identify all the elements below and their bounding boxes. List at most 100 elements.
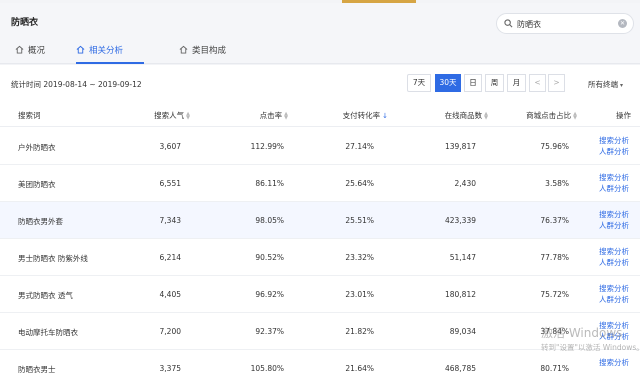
table-row: 男式防晒衣 透气 4,405 96.92% 23.01% 180,812 75.… — [0, 276, 640, 313]
range-30d-button[interactable]: 30天 — [435, 74, 461, 92]
header: 防晒衣 防晒衣 ✕ — [0, 3, 640, 36]
cell-online-items: 139,817 — [444, 142, 476, 151]
col-ctr[interactable]: 点击率 ▲ ▼ — [260, 110, 288, 121]
table-header: 搜索词 搜索人气 ▲ ▼ 点击率 ▲ ▼ 支付转化率 ↓ 在线商品数 ▲ ▼ 商城点击占比 ▲ ▼… — [0, 101, 640, 127]
search-analysis-link[interactable]: 搜索分析 — [599, 246, 629, 257]
cell-online-items: 468,785 — [444, 364, 476, 373]
tab-label: 概况 — [28, 46, 46, 56]
col-tmall-ratio[interactable]: 商城点击占比 ▲ ▼ — [526, 110, 577, 121]
cell-popularity: 7,200 — [159, 327, 181, 336]
tab-bar: 概况 相关分析 类目构成 — [0, 36, 640, 64]
device-select[interactable]: 所有终端 ▾ — [588, 79, 623, 90]
cell-ctr: 92.37% — [255, 327, 284, 336]
cell-conversion: 25.51% — [345, 216, 374, 225]
activation-watermark: 激活 Windows — [541, 326, 623, 340]
cell-keyword: 电动摩托车防晒衣 — [18, 328, 78, 337]
cell-tmall-ratio: 76.37% — [540, 216, 569, 225]
cell-conversion: 21.64% — [345, 364, 374, 373]
cell-tmall-ratio: 3.58% — [545, 179, 569, 188]
col-keyword: 搜索词 — [18, 111, 41, 120]
clear-icon[interactable]: ✕ — [618, 19, 627, 28]
home-icon — [15, 45, 24, 54]
col-conversion[interactable]: 支付转化率 ↓ — [343, 110, 388, 121]
search-analysis-link[interactable]: 搜索分析 — [599, 135, 629, 146]
cell-online-items: 51,147 — [449, 253, 476, 262]
tab-label: 相关分析 — [89, 46, 124, 56]
cell-ctr: 90.52% — [255, 253, 284, 262]
row-actions: 搜索分析 人群分析 — [599, 209, 629, 231]
range-7d-button[interactable]: 7天 — [407, 74, 431, 92]
search-icon — [504, 19, 513, 28]
cell-online-items: 423,339 — [444, 216, 476, 225]
row-actions: 搜索分析 人群分析 — [599, 172, 629, 194]
row-actions: 搜索分析 人群分析 — [599, 246, 629, 268]
table-row: 男士防晒衣 防紫外线 6,214 90.52% 23.32% 51,147 77… — [0, 239, 640, 276]
crowd-analysis-link[interactable]: 人群分析 — [599, 294, 629, 305]
tab-overview[interactable]: 概况 — [15, 44, 45, 64]
search-input[interactable]: 防晒衣 — [517, 19, 541, 30]
sort-icon: ▲ ▼ — [484, 111, 488, 121]
cell-tmall-ratio: 77.78% — [540, 253, 569, 262]
stat-time: 统计时间 2019-08-14 ~ 2019-09-12 — [11, 80, 142, 89]
row-actions: 搜索分析 — [599, 357, 629, 368]
filter-bar: 统计时间 2019-08-14 ~ 2019-09-12 7天 30天 日 周 … — [0, 65, 640, 101]
cell-tmall-ratio: 75.96% — [540, 142, 569, 151]
range-week-button[interactable]: 周 — [485, 74, 504, 92]
cell-tmall-ratio: 75.72% — [540, 290, 569, 299]
cell-ctr: 112.99% — [250, 142, 284, 151]
sort-icon: ▲ ▼ — [186, 111, 190, 121]
cell-keyword: 美团防晒衣 — [18, 180, 56, 189]
cell-popularity: 6,214 — [159, 253, 181, 262]
crowd-analysis-link[interactable]: 人群分析 — [599, 220, 629, 231]
prev-button[interactable]: < — [529, 74, 546, 92]
col-search-popularity[interactable]: 搜索人气 ▲ ▼ — [154, 110, 190, 121]
cell-popularity: 3,375 — [159, 364, 181, 373]
cell-ctr: 86.11% — [255, 179, 284, 188]
next-button[interactable]: > — [548, 74, 565, 92]
chevron-down-icon: ▾ — [620, 82, 624, 89]
tab-label: 类目构成 — [192, 46, 227, 56]
table-row: 防晒衣男外套 7,343 98.05% 25.51% 423,339 76.37… — [0, 202, 640, 239]
cell-keyword: 户外防晒衣 — [18, 143, 56, 152]
search-analysis-link[interactable]: 搜索分析 — [599, 172, 629, 183]
cell-keyword: 男式防晒衣 透气 — [18, 291, 73, 300]
device-label: 所有终端 — [588, 80, 618, 89]
cell-conversion: 27.14% — [345, 142, 374, 151]
search-analysis-link[interactable]: 搜索分析 — [599, 209, 629, 220]
sort-desc-icon: ↓ — [382, 112, 388, 120]
table-row: 美团防晒衣 6,551 86.11% 25.64% 2,430 3.58% 搜索… — [0, 165, 640, 202]
row-actions: 搜索分析 人群分析 — [599, 283, 629, 305]
tab-related-analysis[interactable]: 相关分析 — [76, 44, 144, 64]
range-month-button[interactable]: 月 — [507, 74, 526, 92]
cell-conversion: 23.32% — [345, 253, 374, 262]
crowd-analysis-link[interactable]: 人群分析 — [599, 146, 629, 157]
cell-tmall-ratio: 80.71% — [540, 364, 569, 373]
activation-watermark-hint: 转到"设置"以激活 Windows。 — [541, 343, 640, 352]
cell-online-items: 2,430 — [454, 179, 476, 188]
cell-keyword: 男士防晒衣 防紫外线 — [18, 254, 88, 263]
cell-conversion: 25.64% — [345, 179, 374, 188]
search-analysis-link[interactable]: 搜索分析 — [599, 283, 629, 294]
tab-category-composition[interactable]: 类目构成 — [179, 44, 226, 64]
cell-popularity: 4,405 — [159, 290, 181, 299]
cell-conversion: 21.82% — [345, 327, 374, 336]
table-row: 防晒衣男士 3,375 105.80% 21.64% 468,785 80.71… — [0, 350, 640, 374]
cell-ctr: 105.80% — [250, 364, 284, 373]
cell-popularity: 7,343 — [159, 216, 181, 225]
home-icon — [76, 45, 85, 54]
col-online-items[interactable]: 在线商品数 ▲ ▼ — [445, 110, 488, 121]
cell-popularity: 6,551 — [159, 179, 181, 188]
crowd-analysis-link[interactable]: 人群分析 — [599, 183, 629, 194]
cell-ctr: 96.92% — [255, 290, 284, 299]
page-title: 防晒衣 — [11, 18, 39, 28]
sort-icon: ▲ ▼ — [284, 111, 288, 121]
cell-popularity: 3,607 — [159, 142, 181, 151]
home-icon — [179, 45, 188, 54]
range-day-button[interactable]: 日 — [464, 74, 482, 92]
search-box[interactable]: 防晒衣 ✕ — [496, 13, 634, 34]
cell-online-items: 89,034 — [449, 327, 476, 336]
crowd-analysis-link[interactable]: 人群分析 — [599, 257, 629, 268]
cell-conversion: 23.01% — [345, 290, 374, 299]
search-analysis-link[interactable]: 搜索分析 — [599, 357, 629, 368]
cell-ctr: 98.05% — [255, 216, 284, 225]
